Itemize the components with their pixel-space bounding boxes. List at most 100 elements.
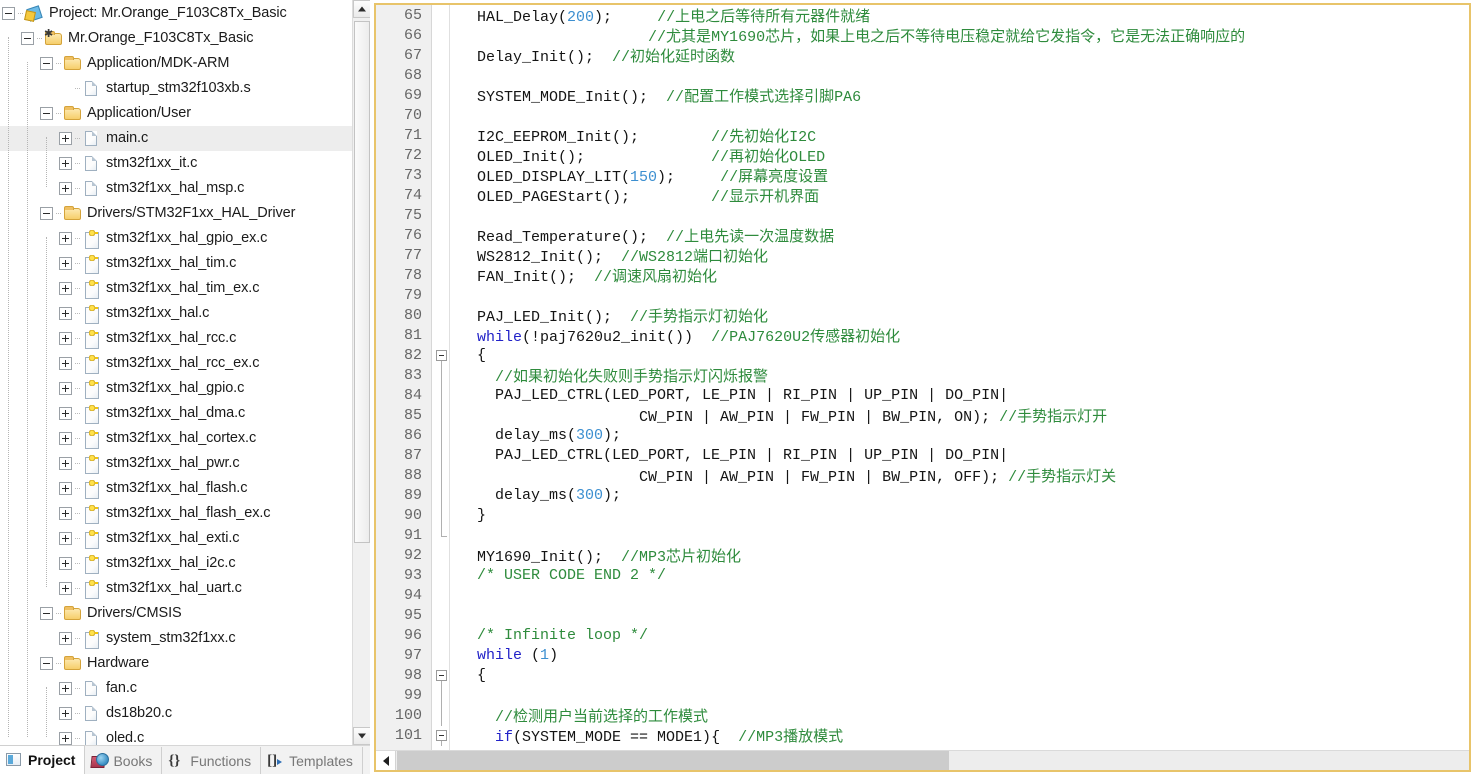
expand-plus-icon[interactable] [59, 307, 72, 320]
collapse-minus-icon[interactable] [21, 32, 34, 45]
folder-icon [63, 655, 82, 672]
fold-collapse-icon[interactable] [436, 730, 447, 741]
tree-item[interactable]: ds18b20.c [0, 701, 352, 726]
scroll-down-arrow-icon[interactable] [353, 727, 370, 745]
tree-item[interactable]: stm32f1xx_hal_rcc.c [0, 326, 352, 351]
tab-project[interactable]: Project [0, 745, 86, 774]
code-comment: // [711, 149, 730, 166]
expand-plus-icon[interactable] [59, 332, 72, 345]
expand-plus-icon[interactable] [59, 407, 72, 420]
expand-plus-icon[interactable] [59, 232, 72, 245]
tree-item[interactable]: stm32f1xx_hal_cortex.c [0, 426, 352, 451]
fold-cell[interactable] [432, 726, 449, 746]
code-region[interactable]: 65 66 67 68 69 70 71 72 73 74 75 76 77 78 79 80 81 82 83 84… [376, 5, 1469, 750]
fold-cell[interactable] [432, 666, 449, 686]
expand-plus-icon[interactable] [59, 432, 72, 445]
code-comment: OLED [789, 149, 826, 166]
file-icon [82, 730, 101, 745]
expand-plus-icon[interactable] [59, 132, 72, 145]
expand-plus-icon[interactable] [59, 457, 72, 470]
tree-item[interactable]: stm32f1xx_hal.c [0, 301, 352, 326]
scroll-left-arrow-icon[interactable] [376, 751, 396, 770]
fold-collapse-icon[interactable] [436, 350, 447, 361]
expand-plus-icon[interactable] [59, 357, 72, 370]
project-tree-vertical-scrollbar[interactable] [352, 0, 370, 745]
collapse-minus-icon[interactable] [40, 207, 53, 220]
expand-plus-icon[interactable] [59, 632, 72, 645]
tree-item[interactable]: Project: Mr.Orange_F103C8Tx_Basic [0, 1, 352, 26]
tree-item[interactable]: Drivers/STM32F1xx_HAL_Driver [0, 201, 352, 226]
expand-plus-icon[interactable] [59, 682, 72, 695]
tree-item[interactable]: Mr.Orange_F103C8Tx_Basic [0, 26, 352, 51]
line-number: 95 [403, 607, 422, 624]
expand-plus-icon[interactable] [59, 707, 72, 720]
tree-item[interactable]: stm32f1xx_hal_flash.c [0, 476, 352, 501]
tree-item[interactable]: oled.c [0, 726, 352, 745]
expand-plus-icon[interactable] [59, 482, 72, 495]
expand-plus-icon[interactable] [59, 732, 72, 745]
expand-plus-icon[interactable] [59, 557, 72, 570]
fold-cell[interactable] [432, 346, 449, 366]
fold-collapse-icon[interactable] [436, 670, 447, 681]
code-line: I2C_EEPROM_Init(); //先初始化I2C [459, 126, 1469, 146]
tab-functions[interactable]: {} Functions [162, 747, 262, 774]
tree-item[interactable]: stm32f1xx_hal_tim.c [0, 251, 352, 276]
project-icon [25, 5, 44, 22]
expand-plus-icon[interactable] [59, 182, 72, 195]
tab-templates[interactable]: [] Templates [261, 747, 363, 774]
scroll-up-arrow-icon[interactable] [353, 0, 370, 18]
tree-item[interactable]: fan.c [0, 676, 352, 701]
code-comment: // [630, 309, 649, 326]
line-number: 68 [403, 67, 422, 84]
expand-plus-icon[interactable] [59, 157, 72, 170]
tree-item[interactable]: stm32f1xx_it.c [0, 151, 352, 176]
tab-label: Functions [190, 752, 252, 769]
code-line: while (1) [459, 646, 1469, 666]
vertical-scrollbar-thumb[interactable] [354, 21, 370, 543]
fold-cell [432, 226, 449, 246]
editor-horizontal-scrollbar[interactable] [376, 750, 1469, 770]
tree-item[interactable]: stm32f1xx_hal_rcc_ex.c [0, 351, 352, 376]
tree-item[interactable]: Hardware [0, 651, 352, 676]
expand-plus-icon[interactable] [59, 382, 72, 395]
tree-item[interactable]: main.c [0, 126, 352, 151]
tree-item[interactable]: stm32f1xx_hal_pwr.c [0, 451, 352, 476]
file-key-icon [82, 630, 101, 649]
tree-item[interactable]: Drivers/CMSIS [0, 601, 352, 626]
tree-item[interactable]: stm32f1xx_hal_msp.c [0, 176, 352, 201]
expand-plus-icon[interactable] [59, 507, 72, 520]
fold-cell [432, 246, 449, 266]
collapse-minus-icon[interactable] [40, 657, 53, 670]
code-line: /* Infinite loop */ [459, 626, 1469, 646]
code-folding-margin[interactable] [432, 5, 450, 750]
collapse-minus-icon[interactable] [40, 107, 53, 120]
tree-item[interactable]: stm32f1xx_hal_uart.c [0, 576, 352, 601]
tree-item[interactable]: stm32f1xx_hal_flash_ex.c [0, 501, 352, 526]
tree-item[interactable]: stm32f1xx_hal_gpio_ex.c [0, 226, 352, 251]
tree-item[interactable]: stm32f1xx_hal_tim_ex.c [0, 276, 352, 301]
tree-item[interactable]: stm32f1xx_hal_i2c.c [0, 551, 352, 576]
horizontal-scrollbar-thumb[interactable] [397, 751, 949, 770]
project-tree-scroll-area[interactable]: Project: Mr.Orange_F103C8Tx_Basic Mr.Oran… [0, 0, 370, 745]
tab-books[interactable]: Books [85, 747, 163, 774]
code-text: } [459, 507, 487, 524]
tree-item[interactable]: stm32f1xx_hal_exti.c [0, 526, 352, 551]
editor-container: 65 66 67 68 69 70 71 72 73 74 75 76 77 78 79 80 81 82 83 84… [370, 0, 1473, 774]
tree-item[interactable]: stm32f1xx_hal_gpio.c [0, 376, 352, 401]
expand-plus-icon[interactable] [59, 282, 72, 295]
tree-item[interactable]: system_stm32f1xx.c [0, 626, 352, 651]
collapse-minus-icon[interactable] [2, 7, 15, 20]
expand-plus-icon[interactable] [59, 532, 72, 545]
tree-item[interactable]: startup_stm32f103xb.s [0, 76, 352, 101]
tree-item[interactable]: stm32f1xx_hal_dma.c [0, 401, 352, 426]
tree-item[interactable]: Application/User [0, 101, 352, 126]
code-line: PAJ_LED_CTRL(LED_PORT, LE_PIN | RI_PIN |… [459, 386, 1469, 406]
expand-plus-icon[interactable] [59, 257, 72, 270]
expand-plus-icon[interactable] [59, 582, 72, 595]
collapse-minus-icon[interactable] [40, 57, 53, 70]
code-text-area[interactable]: HAL_Delay(200); //上电之后等待所有元器件就绪 //尤其是MY1… [450, 5, 1469, 750]
tree-item[interactable]: Application/MDK-ARM [0, 51, 352, 76]
project-tree[interactable]: Project: Mr.Orange_F103C8Tx_Basic Mr.Oran… [0, 0, 352, 745]
collapse-minus-icon[interactable] [40, 607, 53, 620]
